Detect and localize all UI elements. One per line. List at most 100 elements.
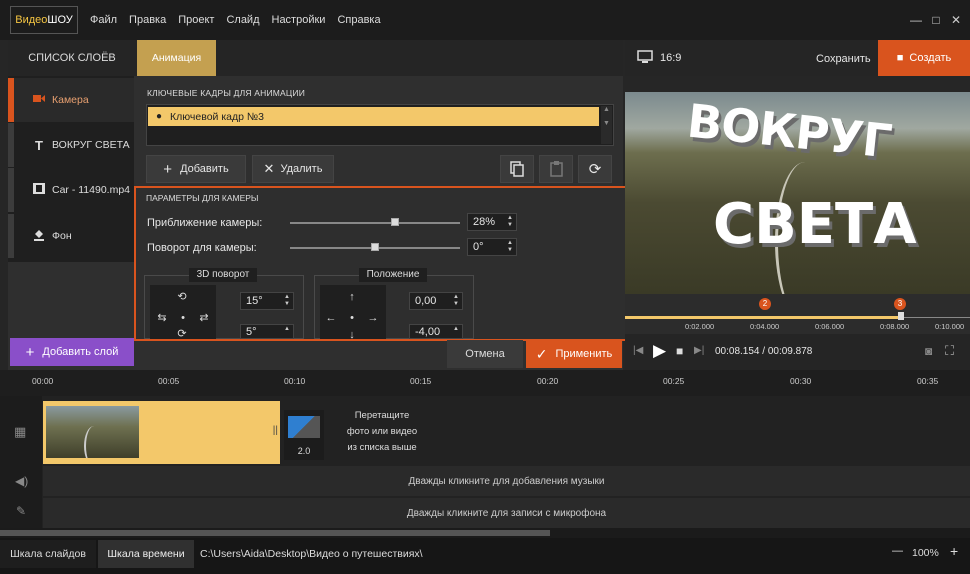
position-x-value: 0,00 (415, 295, 437, 307)
tab-animation[interactable]: Анимация (137, 40, 216, 76)
spin-arrows-icon[interactable]: ▲ (284, 326, 290, 333)
camera-params-heading: ПАРАМЕТРЫ ДЛЯ КАМЕРЫ (146, 193, 259, 203)
minimize-button[interactable]: — (908, 12, 924, 28)
next-icon[interactable]: ▶| (694, 345, 704, 356)
camera-rotate-slider-knob[interactable] (371, 243, 379, 251)
delete-keyframe-label: Удалить (280, 163, 323, 175)
monitor-icon[interactable] (637, 50, 653, 67)
aspect-ratio[interactable]: 16:9 (660, 52, 681, 64)
close-button[interactable]: ✕ (948, 12, 964, 28)
keyframes-scrollbar[interactable]: ▲ ▼ (601, 106, 612, 144)
arrow-up-icon[interactable]: ↑ (345, 290, 359, 304)
position-y-input[interactable]: -4,00 ▲ (409, 324, 463, 339)
spin-arrows-icon[interactable]: ▲ (453, 326, 459, 333)
camera-rotate-input[interactable]: 0° ▲ ▼ (467, 238, 517, 256)
layer-item-video[interactable]: Car - 11490.mp4 (8, 168, 134, 212)
rotate-left-icon[interactable]: ⇆ (155, 311, 169, 325)
time-total: 00:09.878 (767, 346, 813, 357)
app-logo: Видео ШОУ (10, 6, 78, 34)
spin-arrows-icon[interactable]: ▲ ▼ (507, 240, 513, 254)
transition-block[interactable]: 2.0 (284, 410, 324, 460)
timeline-tick: 00:05 (158, 376, 180, 386)
layer-item-text[interactable]: T ВОКРУГ СВЕТА (8, 123, 134, 167)
layer-label: ВОКРУГ СВЕТА (52, 139, 130, 151)
pin-icon: ● (156, 111, 163, 122)
speaker-icon: ◀) (15, 474, 29, 488)
maximize-button[interactable]: □ (928, 12, 944, 28)
video-preview[interactable]: ВОКРУГ СВЕТА (625, 92, 970, 294)
arrow-right-icon[interactable]: → (366, 311, 380, 325)
keyframe-label: Ключевой кадр №3 (170, 110, 264, 123)
drop-hint: Перетащите фото или видео из списка выше (346, 410, 418, 453)
keyframe-item[interactable]: ● Ключевой кадр №3 (148, 107, 599, 126)
camera-rotate-label: Поворот для камеры: (147, 242, 257, 254)
delete-keyframe-button[interactable]: ✕ Удалить (252, 155, 334, 183)
paste-keyframe-button[interactable] (539, 155, 573, 183)
copy-keyframe-button[interactable] (500, 155, 534, 183)
menu-item-help[interactable]: Справка (337, 14, 380, 26)
tab-time-scale[interactable]: Шкала времени (98, 540, 194, 568)
timeline-scrollbar-thumb[interactable] (0, 530, 550, 536)
spin-arrows-icon[interactable]: ▲ ▼ (507, 215, 513, 229)
tab-slide-scale[interactable]: Шкала слайдов (0, 540, 96, 568)
spin-arrows-icon[interactable]: ▲ ▼ (284, 294, 290, 308)
layer-item-background[interactable]: Фон (8, 214, 134, 258)
clip-resize-handle[interactable]: || (273, 425, 278, 436)
preview-ruler[interactable]: 2 3 0:02.000 0:04.000 0:06.000 0:08.000 … (625, 294, 970, 334)
music-track[interactable]: Дважды кликните для добавления музыки (43, 466, 970, 496)
menu-item-settings[interactable]: Настройки (272, 14, 326, 26)
create-button[interactable]: ■ Создать (878, 40, 970, 76)
bucket-icon (32, 229, 46, 244)
menu-item-project[interactable]: Проект (178, 14, 214, 26)
microphone-track[interactable]: Дважды кликните для записи с микрофона (43, 498, 970, 528)
ruler-tick: 0:10.000 (935, 322, 965, 331)
menu-item-slide[interactable]: Слайд (226, 14, 259, 26)
position-x-input[interactable]: 0,00 ▲ ▼ (409, 292, 463, 310)
prev-icon[interactable]: |◀ (633, 345, 643, 356)
menu-item-file[interactable]: Файл (90, 14, 117, 26)
timeline-tick: 00:25 (663, 376, 685, 386)
zoom-in-button[interactable]: + (950, 543, 958, 559)
add-keyframe-button[interactable]: + Добавить (146, 155, 246, 183)
rotation-y-input[interactable]: 5° ▲ (240, 324, 294, 339)
refresh-keyframe-button[interactable]: ⟳ (578, 155, 612, 183)
play-icon[interactable]: ▶ (653, 341, 666, 361)
stop-icon[interactable]: ■ (676, 344, 683, 358)
timeline-tick: 00:35 (917, 376, 939, 386)
camera-zoom-label: Приближение камеры: (147, 217, 263, 229)
center-dot-icon[interactable]: • (176, 311, 190, 325)
keyframe-marker-2[interactable]: 2 (759, 298, 771, 310)
center-dot-icon[interactable]: • (345, 311, 359, 325)
camera-zoom-value: 28% (473, 216, 496, 228)
tab-layers[interactable]: СПИСОК СЛОЁВ (8, 40, 136, 76)
timeline-scrollbar[interactable] (0, 528, 970, 538)
cancel-button[interactable]: Отмена (447, 340, 523, 368)
menu-item-edit[interactable]: Правка (129, 14, 166, 26)
fullscreen-icon[interactable]: ⛶ (945, 343, 954, 359)
playback-controls: |◀ ▶ ■ ▶| 00:08.154 / 00:09.878 ◙ ⛶ (625, 334, 970, 370)
apply-button[interactable]: ✓ Применить (526, 340, 622, 368)
layer-item-camera[interactable]: Камера (8, 78, 134, 122)
camera-zoom-input[interactable]: 28% ▲ ▼ (467, 213, 517, 231)
timeline-ruler[interactable]: 00:00 00:05 00:10 00:15 00:20 00:25 00:3… (0, 370, 970, 396)
rotate-down-icon[interactable]: ⟳ (175, 327, 189, 339)
spin-arrows-icon[interactable]: ▲ ▼ (453, 294, 459, 308)
arrow-down-icon[interactable]: ↓ (345, 328, 359, 339)
snapshot-icon[interactable]: ◙ (925, 344, 932, 358)
apply-label: Применить (555, 348, 613, 360)
add-layer-button[interactable]: + Добавить слой (10, 338, 134, 366)
create-label: Создать (909, 52, 952, 64)
plus-icon: + (163, 160, 173, 178)
camera-zoom-slider-knob[interactable] (391, 218, 400, 226)
save-button[interactable]: Сохранить (816, 53, 871, 65)
rotate-right-icon[interactable]: ⇄ (197, 311, 211, 325)
ruler-progress (625, 316, 900, 319)
zoom-out-button[interactable]: — (892, 545, 903, 557)
ruler-tick: 0:04.000 (750, 322, 780, 331)
rotate-up-icon[interactable]: ⟲ (175, 290, 189, 304)
rotation-x-input[interactable]: 15° ▲ ▼ (240, 292, 294, 310)
ruler-playhead[interactable] (898, 312, 904, 320)
keyframe-marker-3[interactable]: 3 (894, 298, 906, 310)
arrow-left-icon[interactable]: ← (324, 311, 338, 325)
camera-zoom-slider[interactable] (290, 222, 460, 224)
